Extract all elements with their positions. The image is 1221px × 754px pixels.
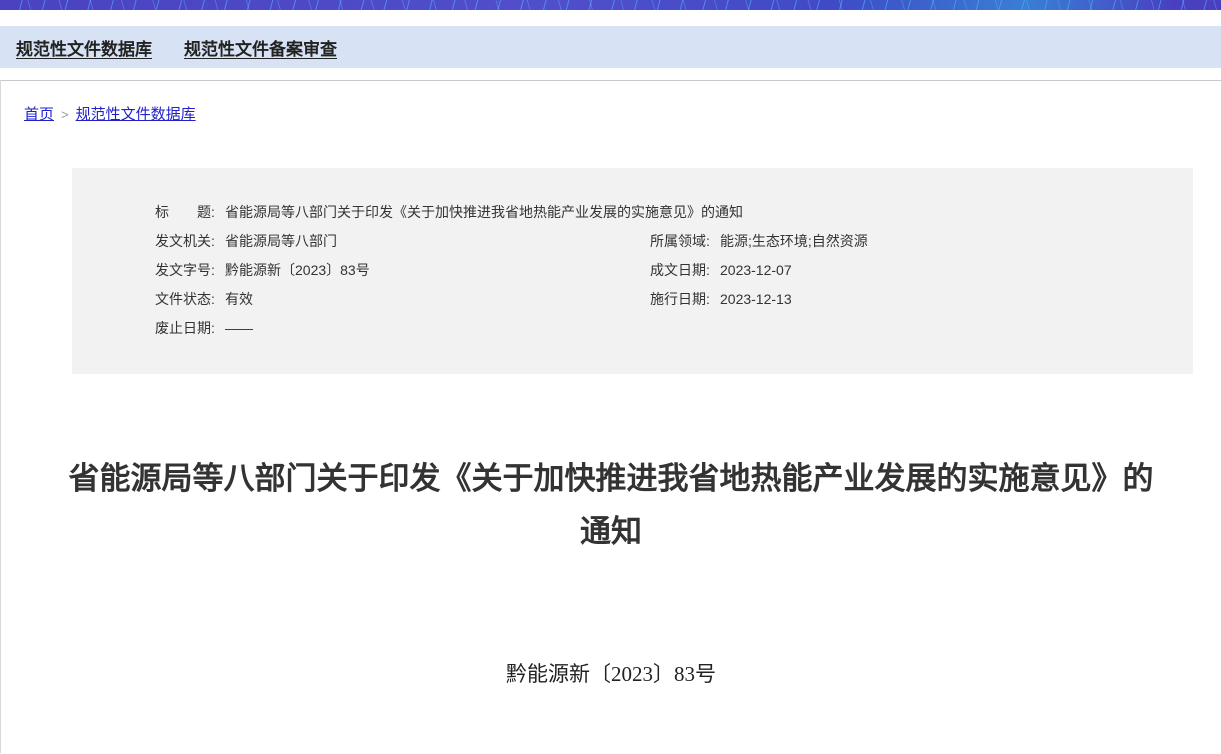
meta-value-title: 省能源局等八部门关于印发《关于加快推进我省地热能产业发展的实施意见》的通知	[225, 198, 1163, 227]
meta-value-domain: 能源;生态环境;自然资源	[720, 227, 1163, 256]
meta-row-title: 标 题: 省能源局等八部门关于印发《关于加快推进我省地热能产业发展的实施意见》的…	[155, 198, 1163, 227]
top-decorative-banner	[0, 0, 1221, 10]
meta-label-issuing-body: 发文机关:	[155, 227, 225, 256]
breadcrumb-separator: >	[61, 107, 69, 122]
meta-value-effective-date: 2023-12-13	[720, 285, 1163, 314]
page-body: 首页 > 规范性文件数据库 标 题: 省能源局等八部门关于印发《关于加快推进我省地热…	[0, 80, 1221, 753]
breadcrumb: 首页 > 规范性文件数据库	[1, 81, 1221, 124]
breadcrumb-current-link[interactable]: 规范性文件数据库	[76, 106, 196, 123]
nav-tab-normative-documents-filing-review[interactable]: 规范性文件备案审查	[184, 35, 337, 60]
breadcrumb-home-link[interactable]: 首页	[24, 106, 54, 123]
nav-tab-normative-documents-database[interactable]: 规范性文件数据库	[16, 35, 152, 60]
meta-row-status: 文件状态: 有效 施行日期: 2023-12-13	[155, 285, 1163, 314]
meta-label-domain: 所属领域:	[650, 227, 720, 256]
meta-row-repeal-date: 废止日期: ——	[155, 314, 1163, 343]
top-nav-bar: 规范性文件数据库 规范性文件备案审查	[0, 26, 1221, 68]
meta-value-repeal-date: ——	[225, 314, 1163, 343]
meta-value-doc-no: 黔能源新〔2023〕83号	[225, 256, 650, 285]
meta-value-status: 有效	[225, 285, 650, 314]
article-title: 省能源局等八部门关于印发《关于加快推进我省地热能产业发展的实施意见》的通知	[56, 452, 1166, 558]
meta-value-written-date: 2023-12-07	[720, 256, 1163, 285]
meta-row-doc-no: 发文字号: 黔能源新〔2023〕83号 成文日期: 2023-12-07	[155, 256, 1163, 285]
article-doc-number: 黔能源新〔2023〕83号	[1, 658, 1221, 688]
meta-row-issuing-body: 发文机关: 省能源局等八部门 所属领域: 能源;生态环境;自然资源	[155, 227, 1163, 256]
meta-label-repeal-date: 废止日期:	[155, 314, 225, 343]
document-metadata-box: 标 题: 省能源局等八部门关于印发《关于加快推进我省地热能产业发展的实施意见》的…	[72, 168, 1193, 374]
meta-label-doc-no: 发文字号:	[155, 256, 225, 285]
meta-label-effective-date: 施行日期:	[650, 285, 720, 314]
meta-label-title: 标 题:	[155, 198, 225, 227]
meta-label-status: 文件状态:	[155, 285, 225, 314]
meta-label-written-date: 成文日期:	[650, 256, 720, 285]
meta-value-issuing-body: 省能源局等八部门	[225, 227, 650, 256]
